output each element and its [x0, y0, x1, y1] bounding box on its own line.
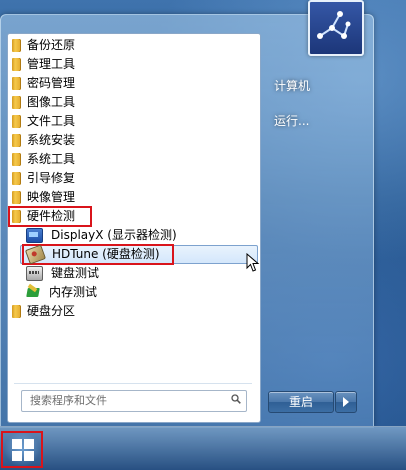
folder-item-backup[interactable]: 备份还原: [12, 36, 258, 55]
folder-label: 硬盘分区: [27, 304, 76, 318]
search-placeholder: 搜索程序和文件: [30, 394, 107, 407]
monitor-icon: [26, 228, 43, 243]
folder-label: 图像工具: [27, 95, 76, 109]
folder-icon: [12, 39, 21, 52]
folder-label: 密码管理: [27, 76, 76, 90]
app-item-displayx[interactable]: DisplayX (显示器检测): [26, 226, 262, 245]
start-button[interactable]: [1, 431, 43, 468]
folder-item-image-management[interactable]: 映像管理: [12, 188, 258, 207]
shutdown-options-button[interactable]: [335, 391, 357, 413]
folder-icon: [12, 305, 21, 318]
folder-label: 引导修复: [27, 171, 76, 185]
memory-icon: [26, 286, 41, 299]
keyboard-icon: [26, 266, 43, 281]
app-item-keyboard-test[interactable]: 键盘测试: [26, 264, 262, 283]
app-item-memory-test[interactable]: 内存测试: [26, 283, 262, 302]
folder-item-file-tools[interactable]: 文件工具: [12, 112, 258, 131]
folder-item-boot-repair[interactable]: 引导修复: [12, 169, 258, 188]
folder-icon: [12, 77, 21, 90]
folder-label: 系统工具: [27, 152, 76, 166]
folder-icon: [12, 115, 21, 128]
folder-label: 系统安装: [27, 133, 76, 147]
folder-item-system-install[interactable]: 系统安装: [12, 131, 258, 150]
taskbar: [0, 426, 406, 470]
constellation-icon: [317, 11, 351, 39]
folder-icon: [12, 153, 21, 166]
mouse-cursor-icon: [246, 253, 260, 272]
hdtune-highlight-box: [22, 244, 174, 265]
app-label: 内存测试: [49, 285, 98, 299]
folder-item-system-tools[interactable]: 系统工具: [12, 150, 258, 169]
search-icon: [231, 394, 241, 404]
folder-label: 管理工具: [27, 57, 76, 71]
programs-pane: 备份还原 管理工具 密码管理 图像工具 文件工具 系统安装 系统工具 引导修复: [7, 33, 261, 423]
folder-label: 文件工具: [27, 114, 76, 128]
windows-logo-icon: [12, 439, 34, 461]
folder-open-icon: [12, 210, 21, 223]
restart-button[interactable]: 重启: [268, 391, 334, 413]
folder-icon: [12, 58, 21, 71]
user-picture-tile[interactable]: [308, 0, 364, 56]
folder-icon: [12, 172, 21, 185]
folder-label: 备份还原: [27, 38, 76, 52]
app-item-hdtune[interactable]: HDTune (硬盘检测): [20, 244, 258, 265]
divider: [14, 383, 252, 384]
folder-item-image-tools[interactable]: 图像工具: [12, 93, 258, 112]
folder-label: 硬件检测: [27, 209, 76, 223]
run-link[interactable]: 运行...: [274, 112, 309, 129]
folder-icon: [12, 134, 21, 147]
folder-icon: [12, 191, 21, 204]
folder-icon: [12, 96, 21, 109]
search-input[interactable]: 搜索程序和文件: [21, 390, 247, 412]
folder-item-hardware-detection[interactable]: 硬件检测: [8, 206, 92, 227]
folder-label: 映像管理: [27, 190, 76, 204]
computer-link[interactable]: 计算机: [274, 77, 310, 94]
app-label: 键盘测试: [51, 266, 100, 280]
app-label: DisplayX (显示器检测): [51, 228, 177, 242]
folder-item-admin-tools[interactable]: 管理工具: [12, 55, 258, 74]
folder-item-password[interactable]: 密码管理: [12, 74, 258, 93]
folder-item-disk-partition[interactable]: 硬盘分区: [12, 302, 258, 321]
